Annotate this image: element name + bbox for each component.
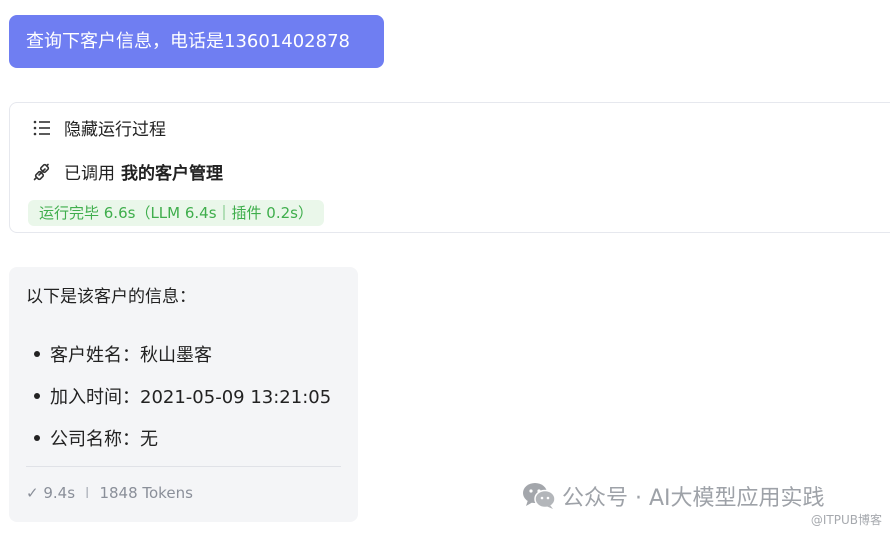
run-status-text: 运行完毕 6.6s（LLM 6.4s｜插件 0.2s） [39, 204, 313, 222]
list-item: 公司名称：无 [9, 417, 331, 459]
chat-page: 查询下客户信息，电话是13601402878 隐藏运行过程 已调用 我的客户管理… [0, 0, 890, 533]
bullet-icon [34, 351, 40, 357]
assistant-answer-card: 以下是该客户的信息： 客户姓名：秋山墨客 加入时间：2021-05-09 13:… [9, 267, 358, 522]
called-plugin-row: 已调用 我的客户管理 [32, 159, 223, 184]
join-time-text: 加入时间：2021-05-09 13:21:05 [50, 387, 332, 408]
answer-meta: ✓ 9.4s I 1848 Tokens [26, 484, 193, 502]
watermark-source: @ITPUB博客 [810, 513, 882, 527]
list-icon [32, 118, 52, 138]
run-status-badge: 运行完毕 6.6s（LLM 6.4s｜插件 0.2s） [28, 200, 324, 226]
answer-intro: 以下是该客户的信息： [26, 287, 196, 307]
customer-info-list: 客户姓名：秋山墨客 加入时间：2021-05-09 13:21:05 公司名称：… [9, 333, 331, 459]
list-item: 加入时间：2021-05-09 13:21:05 [9, 375, 331, 417]
response-time: ✓ 9.4s [26, 484, 76, 502]
bullet-icon [34, 435, 40, 441]
bullet-icon [34, 393, 40, 399]
called-prefix: 已调用 [64, 164, 115, 184]
meta-separator: I [85, 484, 90, 502]
user-message-bubble: 查询下客户信息，电话是13601402878 [9, 15, 384, 68]
plugin-process-card: 隐藏运行过程 已调用 我的客户管理 运行完毕 6.6s（LLM 6.4s｜插件 … [9, 102, 890, 233]
customer-name-text: 客户姓名：秋山墨客 [50, 345, 212, 366]
hide-process-label: 隐藏运行过程 [64, 120, 166, 140]
watermark: 公众号 · AI大模型应用实践 [522, 480, 825, 512]
hide-process-toggle[interactable]: 隐藏运行过程 [32, 115, 166, 140]
wechat-icon [522, 481, 556, 511]
token-count: 1848 Tokens [99, 484, 193, 502]
called-plugin-name: 我的客户管理 [121, 164, 223, 184]
list-item: 客户姓名：秋山墨客 [9, 333, 331, 375]
company-name-text: 公司名称：无 [50, 429, 158, 450]
divider [26, 466, 341, 467]
watermark-text: 公众号 · AI大模型应用实践 [562, 486, 825, 511]
plug-icon [32, 162, 52, 182]
user-message-text: 查询下客户信息，电话是13601402878 [26, 31, 350, 52]
